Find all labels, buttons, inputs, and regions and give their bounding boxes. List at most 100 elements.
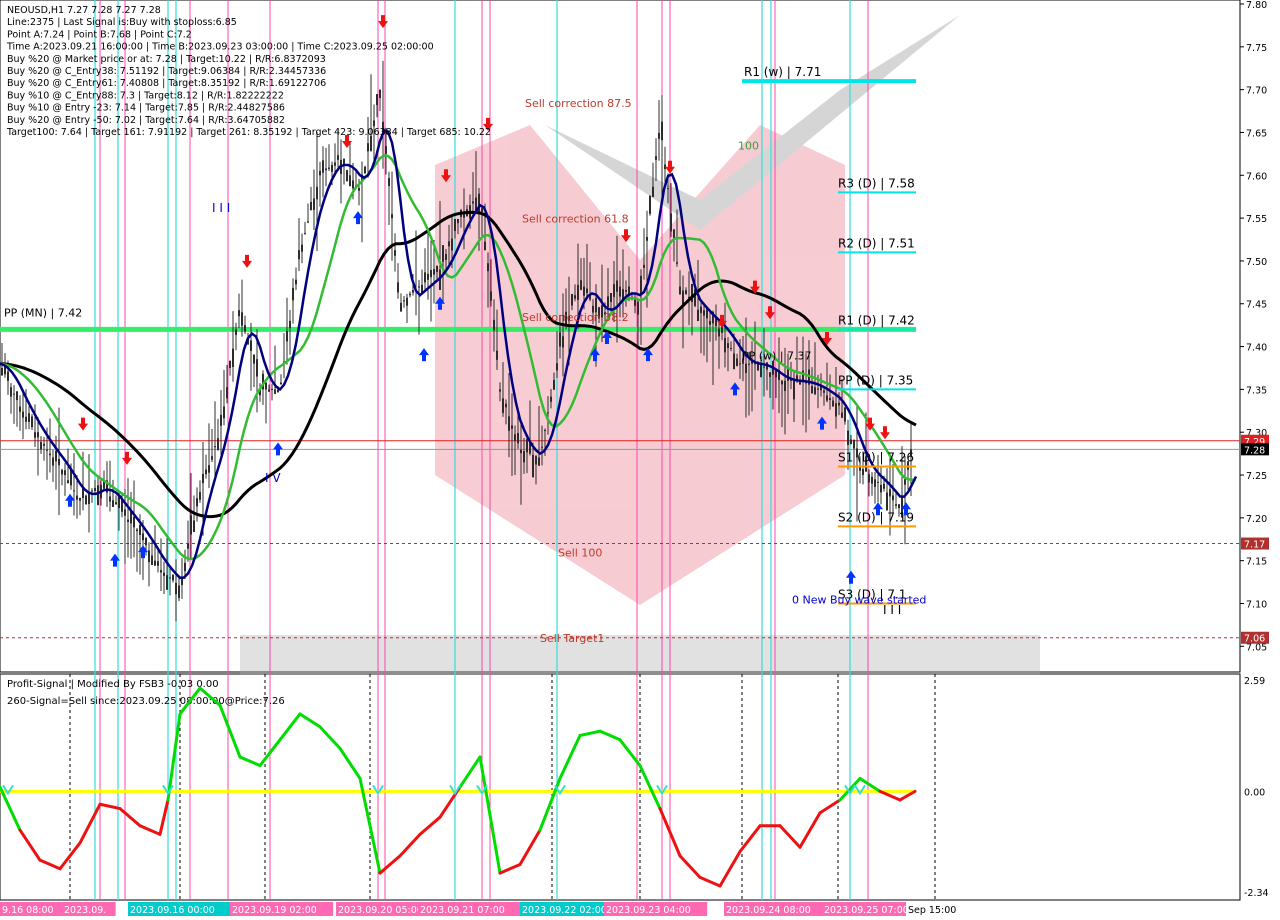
- candle-body: [679, 286, 681, 295]
- candle-body: [43, 443, 45, 446]
- candle-body: [112, 500, 114, 507]
- candle-body: [868, 474, 870, 483]
- candle-body: [85, 495, 87, 505]
- candle-body: [685, 290, 687, 295]
- candle-body: [814, 387, 816, 395]
- chart-annotation: Sell correction 61.8: [522, 212, 629, 225]
- candle-body: [88, 493, 90, 505]
- candle-body: [346, 170, 348, 182]
- candle-body: [733, 353, 735, 370]
- candle-body: [667, 188, 669, 190]
- time-label: Sep 15:00: [908, 905, 956, 916]
- time-label: 2023.09.21 07:00: [420, 905, 505, 916]
- candle-body: [403, 300, 405, 302]
- candle-body: [739, 363, 741, 365]
- candle-body: [352, 180, 354, 189]
- indicator-title: Profit-Signal | Modified By FSB3 -0.03 0…: [7, 679, 219, 690]
- candle-body: [190, 515, 192, 535]
- candle-body: [133, 516, 135, 528]
- candle-body: [661, 121, 663, 141]
- candle-body: [583, 286, 585, 296]
- candle-body: [31, 416, 33, 428]
- candle-body: [541, 446, 543, 448]
- indicator-subtitle: 260-Signal=Sell since:2023.09.25 08:00:0…: [7, 696, 285, 707]
- chart-annotation: PP (MN) | 7.42: [4, 307, 82, 320]
- candle-body: [286, 331, 288, 342]
- candle-body: [178, 585, 180, 599]
- candle-body: [301, 244, 303, 252]
- candle-body: [904, 479, 906, 485]
- candle-body: [211, 456, 213, 460]
- candle-body: [652, 186, 654, 198]
- info-line: Target100: 7.64 | Target 161: 7.91192 | …: [6, 127, 491, 138]
- candle-body: [538, 457, 540, 466]
- candle-body: [322, 160, 324, 173]
- indicator-tick-label: 0.00: [1244, 787, 1265, 798]
- candle-body: [571, 293, 573, 306]
- candle-body: [793, 380, 795, 400]
- time-axis: 9.16 08:00 2023.09. 2023.09.16 00:00 2023.0…: [0, 902, 966, 916]
- candle-body: [550, 396, 552, 402]
- candle-body: [22, 411, 24, 418]
- candle-body: [160, 570, 162, 573]
- time-label: 2023.09.23 04:00: [606, 905, 691, 916]
- candle-body: [256, 359, 258, 377]
- candle-body: [445, 254, 447, 260]
- candle-body: [412, 290, 414, 293]
- trading-chart[interactable]: R1 (w) | 7.71 R3 (D) | 7.58 R2 (D) | 7.51 R…: [0, 0, 1280, 920]
- candle-body: [127, 519, 129, 522]
- candle-body: [757, 363, 759, 371]
- candle-body: [625, 289, 627, 292]
- candle-body: [658, 132, 660, 139]
- candle-body: [52, 457, 54, 466]
- candle-body: [397, 282, 399, 293]
- candle-body: [700, 306, 702, 314]
- candle-body: [169, 577, 171, 579]
- candle-body: [718, 328, 720, 337]
- candle-body: [637, 302, 639, 315]
- candle-body: [457, 218, 459, 224]
- candle-body: [187, 543, 189, 549]
- indicator-tick-label: 2.59: [1244, 676, 1265, 687]
- candle-body: [409, 293, 411, 296]
- candle-body: [478, 193, 480, 214]
- time-label: 2023.09.25 07:00: [824, 905, 909, 916]
- candle-body: [334, 162, 336, 166]
- candle-body: [745, 363, 747, 373]
- candle-body: [616, 280, 618, 292]
- candle-body: [289, 320, 291, 328]
- candle-body: [544, 430, 546, 432]
- candle-body: [508, 416, 510, 431]
- candle-body: [730, 347, 732, 349]
- info-line: Point A:7.24 | Point B:7.68 | Point C:7.…: [7, 29, 192, 40]
- price-tick-label: 7.60: [1246, 171, 1267, 182]
- pivot-level-label: PP (D) | 7.35: [838, 373, 913, 387]
- candle-body: [1, 367, 3, 376]
- candle-body: [889, 489, 891, 497]
- candle-body: [523, 451, 525, 463]
- price-tick-label: 7.50: [1246, 257, 1267, 268]
- candle-body: [214, 446, 216, 448]
- candle-body: [634, 299, 636, 306]
- candle-body: [139, 525, 141, 535]
- candle-body: [175, 582, 177, 595]
- time-label: 2023.09.24 08:00: [726, 905, 811, 916]
- candle-body: [385, 146, 387, 154]
- info-line: Buy %20 @ Entry -50: 7.02 | Target:7.64 …: [7, 115, 285, 126]
- candle-body: [454, 218, 456, 231]
- candle-body: [496, 350, 498, 360]
- candle-body: [331, 165, 333, 172]
- candle-body: [394, 250, 396, 256]
- candle-body: [316, 186, 318, 200]
- price-tick-label: 7.40: [1246, 343, 1267, 354]
- candle-body: [580, 280, 582, 290]
- candle-body: [418, 286, 420, 288]
- indicator-tick-label: -2.34: [1244, 888, 1269, 899]
- candle-body: [97, 485, 99, 506]
- wave-label: I I I: [212, 201, 230, 215]
- candle-body: [328, 167, 330, 169]
- info-line: Line:2375 | Last Signal is:Buy with stop…: [7, 17, 237, 28]
- candle-body: [232, 348, 234, 367]
- chart-annotation: 0 New Buy wave started: [792, 593, 926, 606]
- candle-body: [196, 498, 198, 507]
